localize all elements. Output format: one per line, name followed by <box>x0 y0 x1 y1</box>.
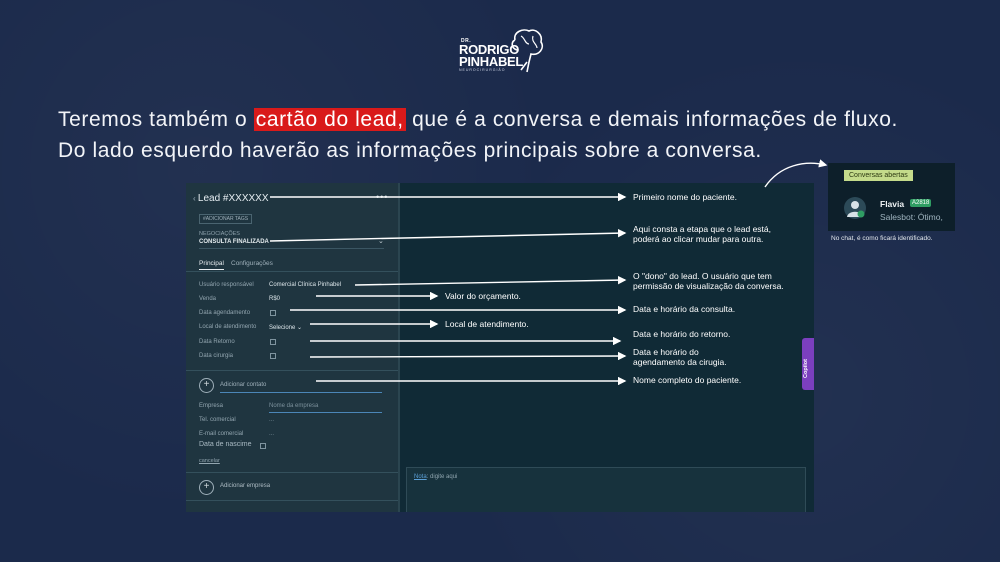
annotation-budget: Valor do orçamento. <box>445 291 521 301</box>
more-options-icon[interactable]: ••• <box>376 192 388 202</box>
note-placeholder-text: : digite aqui <box>426 474 458 480</box>
annotation-location: Local de atendimento. <box>445 319 529 329</box>
chat-contact-name[interactable]: Flavia <box>880 199 904 209</box>
annotation-first-name: Primeiro nome do paciente. <box>633 192 737 202</box>
company-input[interactable]: Nome da empresa <box>269 403 318 409</box>
calendar-icon[interactable] <box>270 310 276 316</box>
avatar <box>844 197 866 219</box>
logo: DR. RODRIGO PINHABEL NEUROCIRURGIÃO <box>455 26 550 78</box>
logo-subtitle: NEUROCIRURGIÃO <box>459 68 506 72</box>
headline-text: que é a conversa e demais informações de… <box>405 108 898 131</box>
headline: Teremos também o cartão do lead, que é a… <box>58 104 898 166</box>
cancel-link[interactable]: cancelar <box>199 458 220 464</box>
divider <box>186 500 398 501</box>
location-select[interactable]: Selecione ⌄ <box>269 324 302 331</box>
field-label: Venda <box>199 296 217 302</box>
add-contact-button[interactable]: Adicionar contato <box>220 382 266 388</box>
headline-line-2: Do lado esquerdo haverão as informações … <box>58 139 762 162</box>
sale-value-input[interactable]: R$0 <box>269 296 280 302</box>
note-type-link[interactable]: Nota <box>414 474 427 480</box>
annotation-line: poderá ao clicar mudar para outra. <box>633 233 764 244</box>
add-company-button[interactable]: Adicionar empresa <box>220 483 270 489</box>
brain-icon <box>511 29 544 73</box>
plus-icon[interactable]: + <box>199 480 214 495</box>
annotation-consult-date: Data e horário da consulta. <box>633 304 736 314</box>
responsible-user-value[interactable]: Comercial Clínica Pinhabel <box>269 282 341 288</box>
chat-preview: Conversas abertas Flavia A2818 Salesbot:… <box>828 163 955 231</box>
annotation-owner: O "dono" do lead. O usuário que tem perm… <box>633 271 784 291</box>
lead-title-text: Lead #XXXXXX <box>197 193 269 204</box>
negotiations-stage[interactable]: CONSULTA FINALIZADA <box>199 239 269 245</box>
tab-configuracoes[interactable]: Configurações <box>231 260 273 267</box>
user-avatar-icon <box>847 201 865 218</box>
headline-text: Teremos também o <box>58 108 254 131</box>
lead-title[interactable]: ‹ Lead #XXXXXX <box>193 193 269 204</box>
copilot-tab[interactable]: Copilot <box>802 338 814 390</box>
note-placeholder: Nota: digite aqui <box>414 474 457 480</box>
add-tags-button[interactable]: #ADICIONAR TAGS <box>199 214 253 224</box>
annotation-return-date: Data e horário do retorno. <box>633 329 731 339</box>
chat-caption: No chat, é como ficará identificado. <box>831 235 933 242</box>
chevron-down-icon: ⌄ <box>297 325 303 331</box>
negotiations-label: NEGOCIAÇÕES <box>199 231 240 237</box>
field-label: Data cirurgia <box>199 353 234 359</box>
annotation-stage: Aqui consta a etapa que o lead está, pod… <box>633 224 771 244</box>
copilot-label: Copilot <box>803 359 809 378</box>
email-input[interactable]: ... <box>269 431 274 437</box>
tel-input[interactable]: ... <box>269 417 274 423</box>
annotation-full-name: Nome completo do paciente. <box>633 375 742 385</box>
chevron-down-icon[interactable]: ⌄ <box>378 237 384 245</box>
lead-left-pane: ‹ Lead #XXXXXX ••• #ADICIONAR TAGS NEGOC… <box>186 183 398 512</box>
birth-label: Data de nascime <box>199 441 252 448</box>
note-input[interactable]: Nota: digite aqui <box>406 467 806 512</box>
annotation-line: permissão de visualização da conversa. <box>633 280 784 291</box>
field-label: Data Retorno <box>199 339 235 345</box>
annotation-surgery-date: Data e horário do agendamento da cirugia… <box>633 347 727 367</box>
calendar-icon[interactable] <box>270 339 276 345</box>
tab-principal[interactable]: Principal <box>199 260 224 270</box>
contact-input-underline <box>220 392 382 393</box>
divider <box>186 271 398 272</box>
field-label: Local de atendimento <box>199 324 257 330</box>
plus-icon[interactable]: + <box>199 378 214 393</box>
chat-last-message: Salesbot: Ótimo, <box>880 212 943 222</box>
calendar-icon[interactable] <box>260 443 266 449</box>
divider <box>186 370 398 371</box>
calendar-icon[interactable] <box>270 353 276 359</box>
divider <box>199 248 384 249</box>
divider <box>186 472 398 473</box>
chat-id-badge: A2818 <box>910 199 932 207</box>
email-label: E-mail comercial <box>199 431 244 437</box>
location-select-value: Selecione <box>269 325 296 331</box>
tel-label: Tel. comercial <box>199 417 236 423</box>
headline-line-1: Teremos também o cartão do lead, que é a… <box>58 104 898 135</box>
company-label: Empresa <box>199 403 224 409</box>
field-label: Data agendamento <box>199 310 251 316</box>
field-label: Usuário responsável <box>199 282 254 288</box>
headline-highlight: cartão do lead, <box>253 108 406 131</box>
annotation-line: agendamento da cirugia. <box>633 356 727 367</box>
open-conversations-badge[interactable]: Conversas abertas <box>844 170 913 181</box>
company-input-underline <box>269 412 382 413</box>
